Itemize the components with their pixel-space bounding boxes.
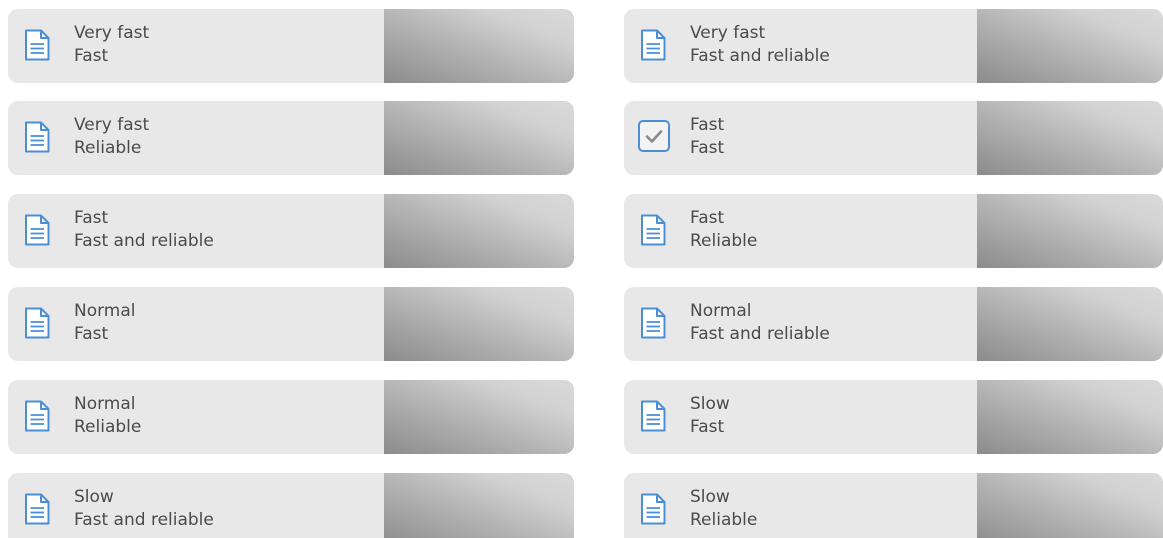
document-icon <box>640 214 666 246</box>
profile-grid: Very fast Fast Very fast Reliable Fast Fast a… <box>0 0 1163 538</box>
tile-title: Normal <box>74 301 136 321</box>
tile-title: Very fast <box>74 115 150 135</box>
tile-label: Very fast Fast and reliable <box>690 22 830 68</box>
thumbnail-image <box>384 194 574 268</box>
right-tile[interactable]: Slow Reliable <box>624 473 1163 538</box>
tile-title: Very fast <box>690 23 766 43</box>
document-icon <box>24 121 50 153</box>
thumbnail-image <box>977 194 1163 268</box>
left-tile[interactable]: Very fast Fast <box>8 9 574 83</box>
tile-subtitle: Reliable <box>74 417 142 437</box>
thumbnail-image <box>977 101 1163 175</box>
right-tile[interactable]: Normal Fast and reliable <box>624 287 1163 361</box>
tile-label: Slow Fast <box>690 393 730 439</box>
tile-subtitle: Fast and reliable <box>74 510 214 530</box>
tile-subtitle: Fast and reliable <box>690 324 830 344</box>
tile-subtitle: Fast <box>690 138 725 158</box>
tile-subtitle: Reliable <box>690 231 758 251</box>
document-icon <box>24 307 50 339</box>
tile-title: Slow <box>690 487 730 507</box>
left-column: Very fast Fast Very fast Reliable Fast Fast a… <box>8 0 574 538</box>
tile-label: Slow Reliable <box>690 486 757 532</box>
tile-label: Very fast Fast <box>74 22 149 68</box>
document-icon <box>640 493 666 525</box>
tile-title: Normal <box>690 301 752 321</box>
thumbnail-image <box>384 9 574 83</box>
thumbnail-image <box>977 9 1163 83</box>
tile-subtitle: Fast <box>690 417 725 437</box>
right-tile[interactable]: Very fast Fast and reliable <box>624 9 1163 83</box>
tile-title: Normal <box>74 394 136 414</box>
document-icon <box>640 29 666 61</box>
left-tile[interactable]: Slow Fast and reliable <box>8 473 574 538</box>
thumbnail-image <box>977 473 1163 538</box>
left-tile[interactable]: Normal Reliable <box>8 380 574 454</box>
tile-title: Slow <box>690 394 730 414</box>
tile-label: Fast Fast and reliable <box>74 207 214 253</box>
tile-subtitle: Fast and reliable <box>690 46 830 66</box>
document-icon <box>24 214 50 246</box>
tile-subtitle: Fast and reliable <box>74 231 214 251</box>
thumbnail-image <box>977 287 1163 361</box>
tile-subtitle: Reliable <box>74 138 142 158</box>
thumbnail-image <box>384 380 574 454</box>
tile-label: Very fast Reliable <box>74 114 149 160</box>
tile-label: Fast Reliable <box>690 207 757 253</box>
tile-label: Normal Fast and reliable <box>690 300 830 346</box>
tile-label: Fast Fast <box>690 114 724 160</box>
tile-label: Slow Fast and reliable <box>74 486 214 532</box>
tile-label: Normal Reliable <box>74 393 141 439</box>
document-icon <box>640 307 666 339</box>
document-icon <box>640 400 666 432</box>
tile-subtitle: Fast <box>74 46 109 66</box>
checkbox-checked-icon[interactable] <box>638 120 670 152</box>
tile-subtitle: Reliable <box>690 510 758 530</box>
tile-title: Slow <box>74 487 114 507</box>
left-tile[interactable]: Fast Fast and reliable <box>8 194 574 268</box>
right-column: Very fast Fast and reliable Fast Fast Fast Re… <box>624 0 1163 538</box>
thumbnail-image <box>977 380 1163 454</box>
thumbnail-image <box>384 101 574 175</box>
tile-title: Fast <box>690 208 725 228</box>
left-tile[interactable]: Very fast Reliable <box>8 101 574 175</box>
right-tile[interactable]: Slow Fast <box>624 380 1163 454</box>
thumbnail-image <box>384 473 574 538</box>
tile-label: Normal Fast <box>74 300 136 346</box>
tile-subtitle: Fast <box>74 324 109 344</box>
document-icon <box>24 29 50 61</box>
left-tile[interactable]: Normal Fast <box>8 287 574 361</box>
right-tile[interactable]: Fast Fast <box>624 101 1163 175</box>
tile-title: Fast <box>690 115 725 135</box>
tile-title: Very fast <box>74 23 150 43</box>
document-icon <box>24 400 50 432</box>
right-tile[interactable]: Fast Reliable <box>624 194 1163 268</box>
thumbnail-image <box>384 287 574 361</box>
document-icon <box>24 493 50 525</box>
tile-title: Fast <box>74 208 109 228</box>
